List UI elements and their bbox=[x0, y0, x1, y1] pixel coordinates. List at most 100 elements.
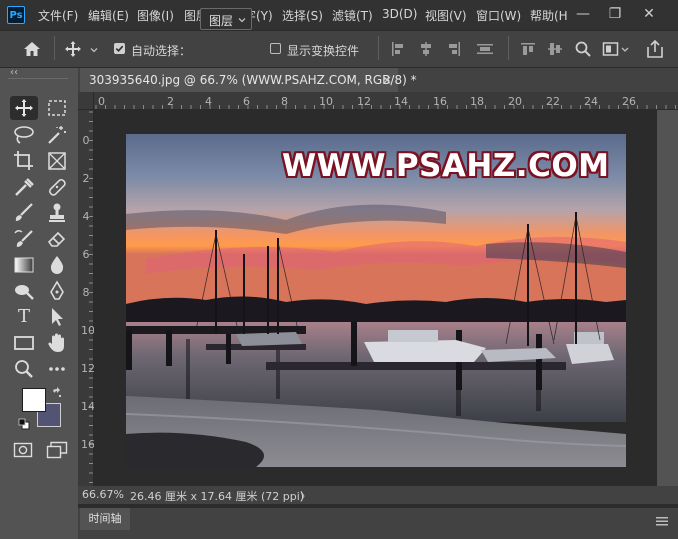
rectangle-tool-icon[interactable] bbox=[12, 332, 36, 354]
move-tool-icon[interactable] bbox=[64, 40, 82, 58]
brush-tool-icon[interactable] bbox=[12, 202, 36, 224]
chevron-down-icon[interactable] bbox=[89, 44, 99, 54]
more-tools-icon[interactable] bbox=[46, 358, 68, 380]
foreground-color-swatch[interactable] bbox=[22, 388, 46, 412]
ruler-tick-label: 14 bbox=[81, 400, 95, 413]
align-center-icon[interactable] bbox=[418, 41, 434, 57]
align-right-icon[interactable] bbox=[446, 41, 462, 57]
move-tool-button[interactable] bbox=[10, 96, 38, 120]
document-size: 26.46 厘米 x 17.64 厘米 (72 ppi) bbox=[130, 490, 305, 503]
screen-mode-icon[interactable] bbox=[46, 441, 68, 459]
menu-select[interactable]: 选择(S) bbox=[282, 7, 323, 24]
crop-tool-icon[interactable] bbox=[12, 150, 36, 172]
ruler-tick-label: 12 bbox=[357, 95, 371, 108]
options-separator bbox=[54, 36, 55, 60]
path-selection-icon[interactable] bbox=[46, 306, 68, 328]
search-icon[interactable] bbox=[574, 40, 592, 58]
ruler-tick-label: 16 bbox=[433, 95, 447, 108]
ruler-corner bbox=[78, 92, 94, 110]
eyedropper-icon[interactable] bbox=[12, 176, 36, 198]
blur-tool-icon[interactable] bbox=[46, 254, 68, 276]
menu-filter[interactable]: 滤镜(T) bbox=[332, 7, 373, 24]
default-colors-icon[interactable] bbox=[18, 418, 30, 430]
align-top-icon[interactable] bbox=[520, 41, 536, 57]
magic-wand-icon[interactable] bbox=[46, 124, 68, 146]
menu-window[interactable]: 窗口(W) bbox=[476, 7, 521, 24]
menu-view[interactable]: 视图(V) bbox=[425, 7, 467, 24]
document-title: 303935640.jpg @ 66.7% (WWW.PSAHZ.COM, RG… bbox=[89, 73, 417, 87]
home-icon[interactable] bbox=[22, 40, 42, 58]
vertical-ruler[interactable]: 0 2 4 6 8 10 12 14 16 bbox=[78, 110, 95, 486]
ruler-tick-label: 8 bbox=[281, 95, 288, 108]
close-tab-button[interactable]: × bbox=[382, 68, 392, 92]
menu-3d[interactable]: 3D(D) bbox=[382, 7, 417, 21]
align-middle-icon[interactable] bbox=[547, 41, 563, 57]
status-menu-arrow[interactable]: 〉 bbox=[300, 488, 311, 504]
pen-tool-icon[interactable] bbox=[46, 280, 68, 302]
ruler-tick-label: 10 bbox=[81, 324, 95, 337]
move-icon bbox=[15, 99, 33, 117]
gradient-tool-icon[interactable] bbox=[12, 254, 36, 276]
timeline-panel bbox=[78, 508, 678, 539]
ruler-tick-label: 16 bbox=[81, 438, 95, 451]
options-separator bbox=[508, 36, 509, 60]
zoom-tool-icon[interactable] bbox=[12, 358, 36, 380]
ruler-tick-label: 12 bbox=[81, 362, 95, 375]
quick-mask-icon[interactable] bbox=[13, 442, 33, 458]
document-tab[interactable]: 303935640.jpg @ 66.7% (WWW.PSAHZ.COM, RG… bbox=[80, 68, 417, 92]
align-left-icon[interactable] bbox=[390, 41, 406, 57]
menu-image[interactable]: 图像(I) bbox=[137, 7, 174, 24]
dropdown-value: 图层 bbox=[209, 14, 234, 28]
type-tool-icon[interactable]: T bbox=[12, 306, 36, 328]
history-brush-icon[interactable] bbox=[12, 228, 36, 250]
distribute-icon[interactable] bbox=[476, 41, 494, 57]
auto-select-target-dropdown[interactable]: 图层 bbox=[200, 8, 252, 30]
ruler-tick-label: 18 bbox=[470, 95, 484, 108]
marquee-tool-icon[interactable] bbox=[46, 98, 68, 118]
watermark-text-layer[interactable]: WWW.PSAHZ.COM bbox=[282, 148, 610, 184]
eraser-icon[interactable] bbox=[46, 228, 68, 250]
ruler-tick-label: 0 bbox=[98, 95, 105, 108]
hand-tool-icon[interactable] bbox=[46, 332, 68, 354]
lasso-tool-icon[interactable] bbox=[12, 124, 36, 146]
horizontal-ruler[interactable]: 0 2 4 6 8 10 12 14 16 18 20 22 24 26 bbox=[94, 92, 678, 110]
ruler-tick-label: 6 bbox=[82, 248, 90, 261]
ruler-tick-label: 0 bbox=[82, 134, 90, 147]
ruler-tick-label: 22 bbox=[546, 95, 560, 108]
panel-menu-icon[interactable] bbox=[656, 515, 668, 526]
workspace-icon[interactable] bbox=[602, 40, 630, 58]
vertical-scrollbar[interactable] bbox=[657, 110, 678, 486]
ruler-tick-label: 24 bbox=[584, 95, 598, 108]
close-window-button[interactable]: ✕ bbox=[638, 3, 660, 25]
frame-tool-icon[interactable] bbox=[46, 150, 68, 172]
ruler-tick-label: 8 bbox=[82, 286, 90, 299]
ruler-tick-label: 4 bbox=[205, 95, 212, 108]
ruler-tick-label: 26 bbox=[622, 95, 636, 108]
auto-select-label: 自动选择： bbox=[131, 44, 192, 58]
share-icon[interactable] bbox=[646, 39, 664, 59]
zoom-level[interactable]: 66.67% bbox=[82, 488, 124, 501]
swap-colors-icon[interactable] bbox=[51, 387, 63, 399]
ruler-tick-label: 4 bbox=[82, 210, 90, 223]
menu-edit[interactable]: 编辑(E) bbox=[88, 7, 129, 24]
maximize-button[interactable]: ❐ bbox=[604, 3, 626, 25]
ruler-tick-label: 2 bbox=[82, 172, 90, 185]
ruler-tick-label: 14 bbox=[394, 95, 408, 108]
timeline-tab[interactable]: 时间轴 bbox=[80, 508, 130, 530]
ruler-tick-label: 10 bbox=[319, 95, 333, 108]
auto-select-checkbox[interactable] bbox=[114, 43, 125, 54]
healing-brush-icon[interactable] bbox=[46, 176, 68, 198]
tools-handle[interactable] bbox=[8, 78, 68, 83]
show-transform-label: 显示变换控件 bbox=[287, 44, 360, 58]
ruler-tick-label: 6 bbox=[243, 95, 250, 108]
collapse-panel-button[interactable]: ‹‹ bbox=[10, 67, 18, 78]
menu-help[interactable]: 帮助(H bbox=[530, 7, 568, 24]
ruler-tick-label: 2 bbox=[167, 95, 174, 108]
clone-stamp-icon[interactable] bbox=[46, 202, 68, 224]
options-separator bbox=[378, 36, 379, 60]
minimize-button[interactable]: — bbox=[572, 3, 594, 25]
dodge-tool-icon[interactable] bbox=[12, 280, 36, 302]
photoshop-logo: Ps bbox=[7, 6, 25, 24]
menu-file[interactable]: 文件(F) bbox=[38, 7, 78, 24]
show-transform-checkbox[interactable] bbox=[270, 43, 281, 54]
